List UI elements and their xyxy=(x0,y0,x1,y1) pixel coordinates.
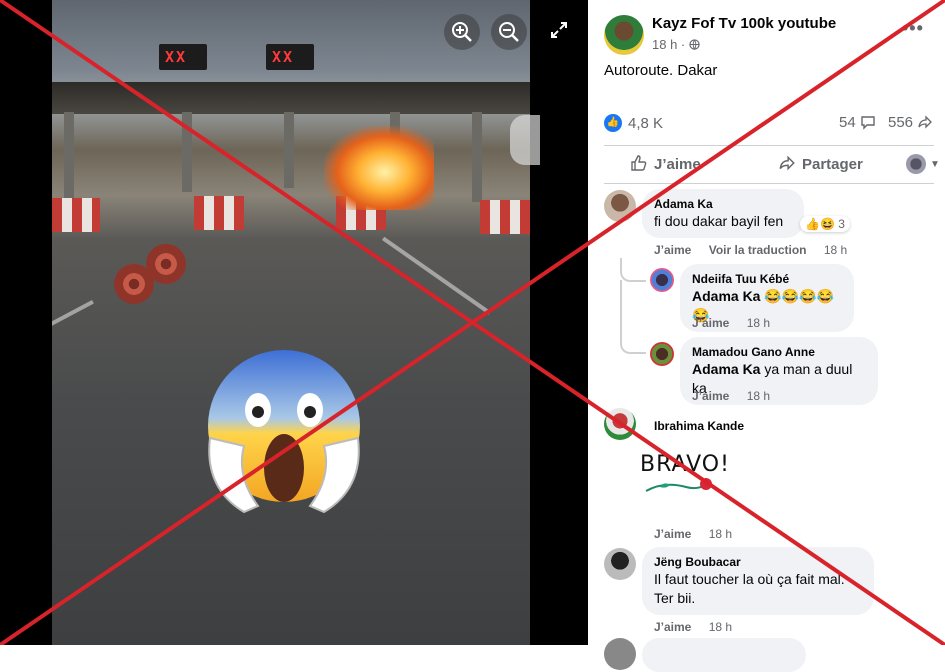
comment-bubble: Adama Ka fi dou dakar bayil fen xyxy=(642,189,804,238)
comment-like-button[interactable]: J’aime xyxy=(692,316,729,330)
zoom-in-button[interactable] xyxy=(444,14,480,50)
thumbs-up-icon xyxy=(631,155,647,171)
expand-button[interactable] xyxy=(548,21,570,43)
reply-actions: J’aime 18 h xyxy=(692,389,784,403)
comment-like-button[interactable]: J’aime xyxy=(654,620,691,634)
author-avatar[interactable] xyxy=(604,15,644,55)
commenter-name[interactable]: Jëng Boubacar xyxy=(654,554,862,570)
author-name[interactable]: Kayz Fof Tv 100k youtube xyxy=(652,15,836,32)
like-reaction-icon: 👍 xyxy=(805,217,820,231)
sticker-text: BRAVO! xyxy=(640,452,730,477)
post-time[interactable]: 18 h · xyxy=(652,37,685,52)
comment-reaction-count: 3 xyxy=(838,217,845,231)
share-button[interactable]: Partager xyxy=(778,154,863,173)
comment-text: Il faut toucher la où ça fait mal. xyxy=(654,571,845,587)
share-count-value: 556 xyxy=(888,114,914,131)
share-icon xyxy=(918,115,933,129)
expand-icon xyxy=(551,22,567,38)
comment-time[interactable]: 18 h xyxy=(824,243,847,257)
comment-avatar[interactable] xyxy=(604,190,636,222)
post-meta: 18 h · xyxy=(652,37,700,52)
chevron-down-icon: ▼ xyxy=(930,158,940,170)
mention-link[interactable]: Adama Ka xyxy=(692,288,760,304)
mention-link[interactable]: Adama Ka xyxy=(692,361,760,377)
comment-like-button[interactable]: J’aime xyxy=(692,389,729,403)
comment-like-button[interactable]: J’aime xyxy=(654,527,691,541)
toll-booth xyxy=(52,198,100,232)
zoom-out-icon xyxy=(499,22,519,42)
lane-sign-left: XX xyxy=(159,44,207,70)
post-caption: Autoroute. Dakar xyxy=(604,62,718,79)
media-viewer: XX XX xyxy=(0,0,588,645)
comment-text: Ter bii. xyxy=(654,590,696,606)
lane-sign-left-text: XX xyxy=(165,48,188,66)
zoom-out-button[interactable] xyxy=(491,14,527,50)
comment-icon xyxy=(861,116,875,130)
comment-count-value: 54 xyxy=(839,114,856,131)
rose-icon xyxy=(645,478,712,492)
viewer-avatar xyxy=(906,154,926,174)
reaction-summary[interactable]: 👍 4,8 K xyxy=(604,112,663,134)
more-options-button[interactable]: ••• xyxy=(902,18,924,39)
next-media-handle[interactable] xyxy=(510,115,540,165)
zoom-in-icon xyxy=(452,22,472,42)
pillar xyxy=(472,112,482,202)
reply-avatar[interactable] xyxy=(650,342,674,366)
see-translation-link[interactable]: Voir la traduction xyxy=(709,243,807,257)
bravo-sticker[interactable]: BRAVO! xyxy=(640,452,730,510)
share-arrow-icon xyxy=(779,155,795,171)
pillar xyxy=(284,112,294,188)
toll-canopy xyxy=(52,82,530,114)
lane-sign-right: XX xyxy=(266,44,314,70)
comment-time[interactable]: 18 h xyxy=(747,316,770,330)
like-reaction-icon: 👍 xyxy=(604,114,622,132)
pillar xyxy=(64,112,74,202)
commenter-name[interactable]: Adama Ka xyxy=(654,196,792,212)
toll-booth xyxy=(194,196,244,230)
share-count[interactable]: 556 xyxy=(888,114,933,131)
comment-count[interactable]: 54 xyxy=(839,114,876,131)
lane-marking xyxy=(382,236,491,315)
commenter-name[interactable]: Ndeiifa Tuu Kébé xyxy=(692,271,842,287)
comment-avatar[interactable] xyxy=(604,408,636,440)
like-label: J’aime xyxy=(654,156,701,173)
comment-bubble: Jëng Boubacar Il faut toucher la où ça f… xyxy=(642,547,874,615)
like-button[interactable]: J’aime xyxy=(630,154,701,173)
pillar xyxy=(182,112,192,192)
laugh-reaction-icon: 😆 xyxy=(819,217,835,231)
reply-actions: J’aime 18 h xyxy=(692,316,784,330)
tire xyxy=(114,264,154,304)
lane-sign-right-text: XX xyxy=(272,48,295,66)
commenter-name[interactable]: Ibrahima Kande xyxy=(654,418,744,434)
comment-time[interactable]: 18 h xyxy=(709,620,732,634)
comment-avatar[interactable] xyxy=(604,638,636,670)
reply-thread-line xyxy=(620,280,646,354)
comment-actions: J’aime 18 h xyxy=(654,527,746,541)
toll-booth xyxy=(480,200,530,234)
reply-avatar[interactable] xyxy=(650,268,674,292)
screaming-face-emoji xyxy=(208,350,360,514)
comment-actions: J’aime Voir la traduction 18 h xyxy=(654,243,861,257)
share-label: Partager xyxy=(802,156,863,173)
reaction-count: 4,8 K xyxy=(628,114,664,132)
comment-actions: J’aime 18 h xyxy=(654,620,746,634)
divider xyxy=(604,183,934,184)
lane-marking xyxy=(52,300,94,337)
reaction-identity-selector[interactable]: ▼ xyxy=(906,154,940,174)
comment-text: fi dou dakar bayil fen xyxy=(654,213,784,229)
fire xyxy=(324,126,434,210)
comment-bubble xyxy=(642,638,806,672)
commenter-name[interactable]: Mamadou Gano Anne xyxy=(692,344,866,360)
video-frame[interactable]: XX XX xyxy=(52,0,530,645)
globe-icon xyxy=(689,39,700,50)
comment-time[interactable]: 18 h xyxy=(709,527,732,541)
post-panel: Kayz Fof Tv 100k youtube 18 h · ••• Auto… xyxy=(588,0,945,672)
comment-avatar[interactable] xyxy=(604,548,636,580)
comment-like-button[interactable]: J’aime xyxy=(654,243,691,257)
comment-time[interactable]: 18 h xyxy=(747,389,770,403)
divider xyxy=(604,145,934,146)
comment-reactions[interactable]: 👍😆 3 xyxy=(800,216,850,232)
reply-thread-line xyxy=(620,258,646,282)
